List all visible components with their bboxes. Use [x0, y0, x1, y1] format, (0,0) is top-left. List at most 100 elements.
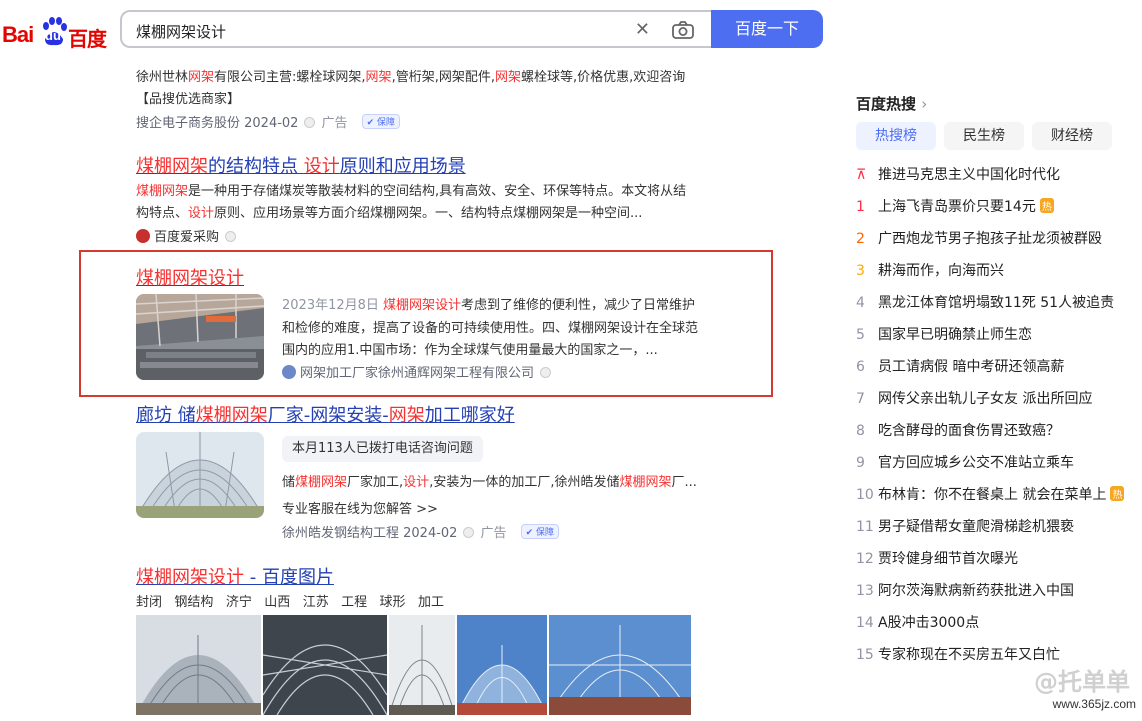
hot-item[interactable]: 2 广西炮龙节男子抱孩子扯龙须被群殴 [856, 228, 1102, 248]
text-part: 有限公司主营:螺栓球网架, [214, 70, 366, 85]
image-tag[interactable]: 封闭 [136, 595, 162, 610]
shield-icon: ✔ [525, 528, 534, 538]
hot-item[interactable]: 11 男子疑借帮女童爬滑梯趁机猥亵 [856, 516, 1074, 536]
aicaigou-icon [136, 229, 150, 243]
search-query: 煤棚网架设计 [136, 23, 227, 41]
hot-item-text: 员工请病假 暗中考研还领高薪 [878, 359, 1065, 375]
hot-item-text: 吃含酵母的面食伤胃还致癌？ [878, 423, 1060, 439]
hot-item-text: 专家称现在不买房五年又白忙 [878, 647, 1060, 663]
image-tag[interactable]: 工程 [341, 595, 367, 610]
result4-title[interactable]: 廊坊 储煤棚网架厂家-网架安装-网架加工哪家好 [136, 401, 515, 427]
image-thumb[interactable] [263, 615, 387, 715]
watermark: @托单单 [1034, 668, 1130, 696]
image-tag[interactable]: 济宁 [226, 595, 252, 610]
image-thumb[interactable] [549, 615, 691, 715]
hot-item[interactable]: 3 耕海而作，向海而兴 [856, 260, 1004, 280]
guarantee-badge: ✔ 保障 [520, 524, 560, 539]
info-icon[interactable] [540, 367, 552, 378]
highlight: 设计 [403, 475, 430, 490]
search-input[interactable]: 煤棚网架设计 ✕ [120, 10, 712, 48]
ad-label: 广告 [321, 116, 348, 131]
hot-item[interactable]: 6 员工请病假 暗中考研还领高薪 [856, 356, 1064, 376]
hot-rank: 14 [856, 615, 874, 631]
clear-icon[interactable]: ✕ [635, 19, 650, 40]
hot-item-text: 耕海而作，向海而兴 [878, 263, 1004, 279]
result3-thumbnail[interactable] [136, 294, 264, 380]
result3-desc-line3: 围内的应用1.中国市场：作为全球煤气使用量最大的国家之一，... [282, 343, 658, 358]
text-part: 螺栓球等,价格优惠,欢迎咨询 [520, 70, 686, 85]
hot-item[interactable]: 14 A股冲击3000点 [856, 612, 979, 632]
hot-item[interactable]: 13 阿尔茨海默病新药获批进入中国 [856, 580, 1074, 600]
warehouse-image [136, 294, 264, 380]
text-part: 厂... [671, 475, 697, 490]
image-thumb[interactable] [389, 615, 455, 715]
search-button[interactable]: 百度一下 [711, 10, 823, 48]
result2-desc-line1: 煤棚网架是一种用于存储煤炭等散装材料的空间结构,具有高效、安全、环保等特点。本文… [136, 180, 686, 199]
hot-title-text: 百度热搜 [856, 95, 917, 113]
text-part: 考虑到了维修的便利性，减少了日常维护 [461, 298, 696, 313]
info-icon[interactable] [463, 527, 475, 538]
tab-finance[interactable]: 财经榜 [1032, 122, 1112, 150]
info-icon[interactable] [225, 231, 237, 242]
image-tag[interactable]: 球形 [380, 595, 406, 610]
result3-desc-line2: 和检修的难度，提高了设备的可持续使用性。四、煤棚网架设计在全球范 [282, 321, 699, 336]
camera-icon[interactable] [672, 21, 694, 39]
text-part: 原则、应用场景等方面介绍煤棚网架。一、结构特点煤棚网架是一种空间... [214, 206, 643, 221]
baidu-logo[interactable]: Bai du 百度 [2, 14, 107, 54]
hot-rank: 10 [856, 487, 874, 503]
image-tag[interactable]: 江苏 [303, 595, 329, 610]
result2-source[interactable]: 百度爱采购 [136, 226, 242, 245]
image-thumb[interactable] [136, 615, 261, 715]
result2-title[interactable]: 煤棚网架的结构特点 设计原则和应用场景 [136, 152, 466, 178]
result4-thumbnail[interactable] [136, 432, 264, 518]
hot-rank: 6 [856, 359, 865, 375]
hot-item[interactable]: 15 专家称现在不买房五年又白忙 [856, 644, 1060, 664]
image-tag[interactable]: 钢结构 [174, 595, 213, 610]
image-thumb[interactable] [457, 615, 547, 715]
hot-item[interactable]: 5 国家早已明确禁止师生恋 [856, 324, 1032, 344]
hot-rank: 3 [856, 263, 865, 279]
hot-item[interactable]: 8 吃含酵母的面食伤胃还致癌？ [856, 420, 1060, 440]
text-part: 厂家加工, [347, 475, 404, 490]
result3-title[interactable]: 煤棚网架设计 [136, 264, 244, 290]
hot-item[interactable]: 4 黑龙江体育馆坍塌致11死 51人被追责 [856, 292, 1114, 312]
hot-item[interactable]: 7 网传父亲出轨儿子女友 派出所回应 [856, 388, 1092, 408]
tab-hot[interactable]: 热搜榜 [856, 122, 936, 150]
consult-link[interactable]: 专业客服在线为您解答 >> [282, 498, 438, 517]
hot-item[interactable]: 10 布林肯：你不在餐桌上 就会在菜单上热 [856, 484, 1125, 504]
tab-livelihood[interactable]: 民生榜 [944, 122, 1024, 150]
logo-baidu-cn: 百度 [68, 27, 107, 51]
image-tag[interactable]: 山西 [264, 595, 290, 610]
result3-source[interactable]: 网架加工厂家徐州通辉网架工程有限公司 [282, 362, 557, 381]
result3-desc-line1: 2023年12月8日 煤棚网架设计考虑到了维修的便利性，减少了日常维护 [282, 294, 695, 313]
title-text: 廊坊 储 [136, 405, 196, 426]
highlight: 网架 [494, 70, 521, 85]
hot-item[interactable]: 9 官方回应城乡公交不准站立乘车 [856, 452, 1074, 472]
highlight: 网架 [188, 70, 215, 85]
hot-rank: 15 [856, 647, 874, 663]
watermark-url: www.365jz.com [1052, 697, 1136, 711]
text-part: ,安装为一体的加工厂,徐州皓发储 [429, 475, 620, 490]
highlight: 网架 [365, 70, 392, 85]
source-text: 徐州皓发钢结构工程 2024-02 [282, 526, 458, 541]
call-count-tag: 本月113人已拨打电话咨询问题 [282, 436, 483, 462]
hot-item[interactable]: 12 贾玲健身细节首次曝光 [856, 548, 1018, 568]
hot-item[interactable]: ⊼ 推进马克思主义中国化时代化 [856, 164, 1060, 184]
hot-item[interactable]: 1 上海飞青岛票价只要14元热 [856, 196, 1054, 216]
title-text: 厂家-网架安装- [267, 405, 389, 426]
result1-desc-line2[interactable]: 【品搜优选商家】 [136, 88, 240, 107]
hot-item-text: 国家早已明确禁止师生恋 [878, 327, 1032, 343]
hot-rank: 11 [856, 519, 874, 535]
highlight: 设计 [188, 206, 215, 221]
hot-item-text: 上海飞青岛票价只要14元 [878, 199, 1036, 215]
hot-rank: 1 [856, 199, 865, 215]
hot-item-text: 黑龙江体育馆坍塌致11死 51人被追责 [878, 295, 1115, 311]
title-highlight: 网架 [388, 405, 425, 426]
info-icon[interactable] [304, 117, 316, 128]
hot-item-text: A股冲击3000点 [878, 615, 980, 631]
image-tag[interactable]: 加工 [418, 595, 444, 610]
hot-item-text: 阿尔茨海默病新药获批进入中国 [878, 583, 1074, 599]
result5-title[interactable]: 煤棚网架设计 - 百度图片 [136, 563, 334, 589]
hot-item-text: 官方回应城乡公交不准站立乘车 [878, 455, 1074, 471]
hot-search-title[interactable]: 百度热搜 › [856, 93, 927, 114]
